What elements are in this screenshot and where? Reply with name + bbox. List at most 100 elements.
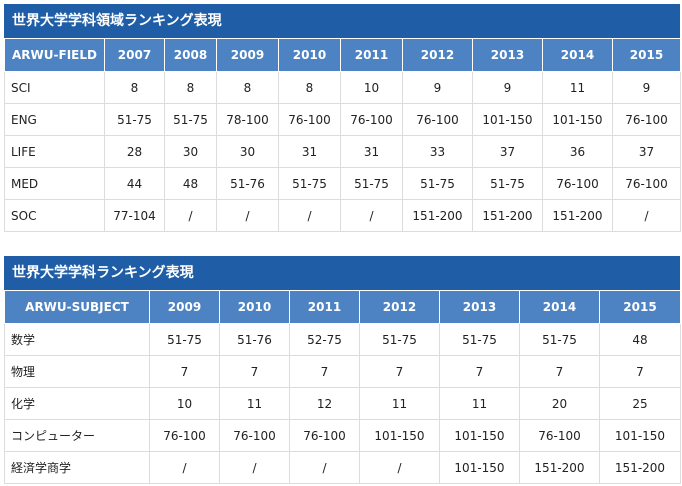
- table-cell: 30: [164, 135, 217, 168]
- column-header: 2009: [149, 290, 220, 324]
- table-cell: 76-100: [219, 419, 290, 452]
- table-cell: 101-150: [542, 103, 613, 136]
- table-row: SOC 77-104 / / / / 151-200 151-200 151-2…: [4, 199, 681, 232]
- table-cell: 11: [359, 387, 440, 420]
- table-cell: 151-200: [402, 199, 473, 232]
- table-cell: 7: [219, 355, 290, 388]
- table-cell: 151-200: [519, 451, 600, 484]
- table-cell: 101-150: [439, 451, 520, 484]
- row-label: 物理: [4, 355, 150, 388]
- table-cell: 11: [439, 387, 520, 420]
- table-cell: 51-75: [472, 167, 543, 200]
- table-cell: 37: [612, 135, 681, 168]
- table-cell: /: [289, 451, 360, 484]
- table-cell: 48: [599, 323, 681, 356]
- table-cell: 7: [149, 355, 220, 388]
- table-cell: 48: [164, 167, 217, 200]
- table-cell: /: [149, 451, 220, 484]
- table-cell: /: [278, 199, 341, 232]
- table-cell: 51-75: [278, 167, 341, 200]
- row-label: 化学: [4, 387, 150, 420]
- column-header: 2012: [402, 38, 473, 72]
- table-cell: 9: [472, 71, 543, 104]
- table-cell: 101-150: [359, 419, 440, 452]
- table-row: 化学 10 11 12 11 11 20 25: [4, 387, 681, 420]
- table-cell: 76-100: [612, 103, 681, 136]
- table-cell: 51-75: [340, 167, 403, 200]
- table-cell: 9: [612, 71, 681, 104]
- table-cell: 8: [216, 71, 279, 104]
- table-cell: 76-100: [278, 103, 341, 136]
- table-cell: 31: [340, 135, 403, 168]
- table-cell: 37: [472, 135, 543, 168]
- field-ranking-section: 世界大学学科領域ランキング表現 ARWU-FIELD 2007 2008 200…: [4, 4, 681, 232]
- table-cell: /: [219, 451, 290, 484]
- table-row: ENG 51-75 51-75 78-100 76-100 76-100 76-…: [4, 103, 681, 136]
- table-cell: 8: [104, 71, 165, 104]
- table-cell: 78-100: [216, 103, 279, 136]
- table-cell: 9: [402, 71, 473, 104]
- table-cell: 30: [216, 135, 279, 168]
- column-header: 2013: [439, 290, 520, 324]
- table-cell: /: [340, 199, 403, 232]
- table-row: 物理 7 7 7 7 7 7 7: [4, 355, 681, 388]
- table-cell: 44: [104, 167, 165, 200]
- table-cell: 76-100: [149, 419, 220, 452]
- table-cell: 7: [439, 355, 520, 388]
- table-row: MED 44 48 51-76 51-75 51-75 51-75 51-75 …: [4, 167, 681, 200]
- table-cell: 11: [542, 71, 613, 104]
- table-row: LIFE 28 30 30 31 31 33 37 36 37: [4, 135, 681, 168]
- table-cell: 51-75: [439, 323, 520, 356]
- column-header: 2011: [289, 290, 360, 324]
- table-cell: 25: [599, 387, 681, 420]
- header-row: ARWU-FIELD 2007 2008 2009 2010 2011 2012…: [4, 38, 681, 72]
- table-row: SCI 8 8 8 8 10 9 9 11 9: [4, 71, 681, 104]
- table-cell: 51-75: [149, 323, 220, 356]
- column-header: 2013: [472, 38, 543, 72]
- table-row: コンピューター 76-100 76-100 76-100 101-150 101…: [4, 419, 681, 452]
- column-header: 2014: [542, 38, 613, 72]
- table-cell: 101-150: [439, 419, 520, 452]
- column-header: 2015: [599, 290, 681, 324]
- table-cell: 7: [289, 355, 360, 388]
- field-ranking-title: 世界大学学科領域ランキング表現: [4, 4, 680, 38]
- table-cell: 20: [519, 387, 600, 420]
- table-row: 経済学商学 / / / / 101-150 151-200 151-200: [4, 451, 681, 484]
- table-cell: 101-150: [472, 103, 543, 136]
- table-cell: 36: [542, 135, 613, 168]
- field-ranking-table: ARWU-FIELD 2007 2008 2009 2010 2011 2012…: [4, 38, 681, 232]
- table-cell: 31: [278, 135, 341, 168]
- header-row: ARWU-SUBJECT 2009 2010 2011 2012 2013 20…: [4, 290, 681, 324]
- table-row: 数学 51-75 51-76 52-75 51-75 51-75 51-75 4…: [4, 323, 681, 356]
- table-cell: 8: [278, 71, 341, 104]
- table-cell: 76-100: [289, 419, 360, 452]
- table-cell: 76-100: [519, 419, 600, 452]
- column-header: 2010: [219, 290, 290, 324]
- table-cell: 10: [149, 387, 220, 420]
- row-label: SOC: [4, 199, 105, 232]
- table-cell: 51-75: [104, 103, 165, 136]
- table-cell: /: [612, 199, 681, 232]
- table-cell: 151-200: [599, 451, 681, 484]
- table-cell: 7: [519, 355, 600, 388]
- table-cell: 28: [104, 135, 165, 168]
- table-cell: 12: [289, 387, 360, 420]
- table-cell: 51-75: [519, 323, 600, 356]
- column-header: 2008: [164, 38, 217, 72]
- row-label: コンピューター: [4, 419, 150, 452]
- table-cell: 51-76: [219, 323, 290, 356]
- table-cell: 76-100: [402, 103, 473, 136]
- column-header: 2015: [612, 38, 681, 72]
- column-header: 2007: [104, 38, 165, 72]
- column-header: 2009: [216, 38, 279, 72]
- column-header: 2014: [519, 290, 600, 324]
- table-cell: 76-100: [542, 167, 613, 200]
- table-cell: 76-100: [612, 167, 681, 200]
- row-label: SCI: [4, 71, 105, 104]
- table-cell: /: [359, 451, 440, 484]
- table-cell: 101-150: [599, 419, 681, 452]
- table-cell: 51-75: [359, 323, 440, 356]
- column-header: ARWU-FIELD: [4, 38, 105, 72]
- row-label: MED: [4, 167, 105, 200]
- table-cell: 52-75: [289, 323, 360, 356]
